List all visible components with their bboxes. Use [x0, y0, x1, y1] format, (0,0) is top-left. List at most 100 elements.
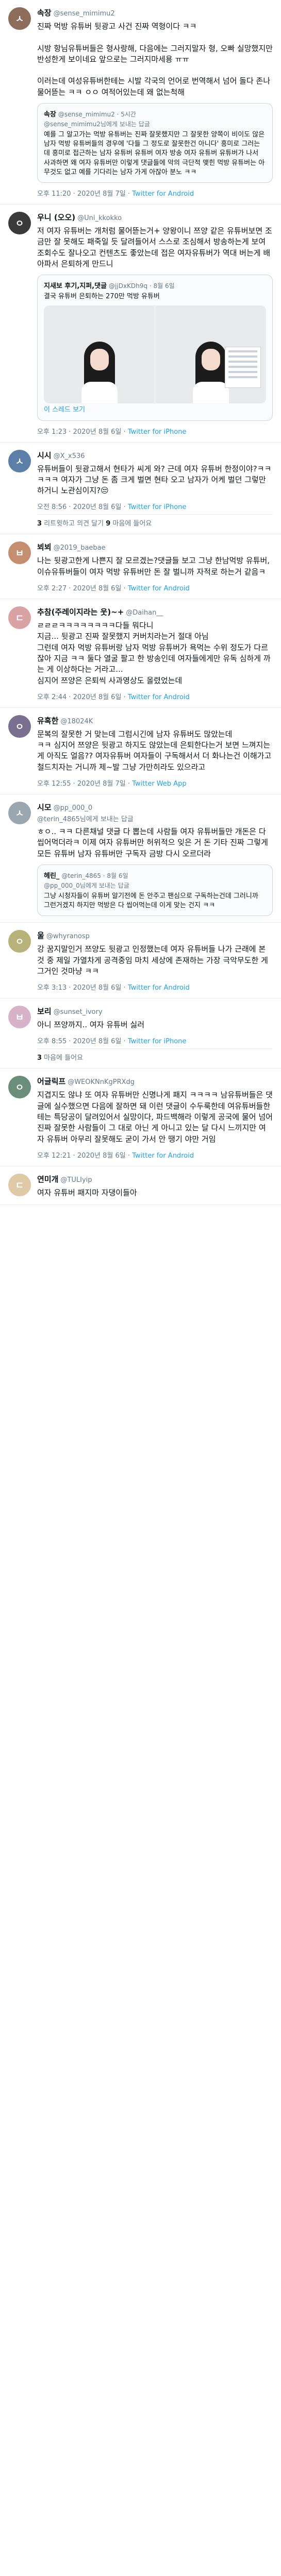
author-name[interactable]: 시시 [37, 450, 52, 461]
avatar[interactable]: ㄷ [8, 1173, 31, 1196]
author-handle[interactable]: @WEOKNnKgPRXdg [68, 1078, 135, 1086]
quoted-tweet-card[interactable]: 지새보 후기,지퍼,댓글 @jjDxKDh9q · 8월 6일 결국 유튜버 은퇴하… [37, 275, 273, 421]
timestamp-text[interactable]: 오후 1:23 · 2020년 8월 6일 · [37, 428, 128, 436]
tweet-header: 우니 (오오) @Uni_kkokko [37, 212, 273, 223]
reply-to-line: @terin_4865님에게 보내는 답글 [37, 816, 134, 824]
tweet[interactable]: ㅂ 보리 @sunset_ivory 아니 쯔양까지.. 여자 유튜버 싫러 오후 8:… [0, 998, 281, 1069]
engagement-count-number[interactable]: 3 [37, 520, 42, 528]
tweet[interactable]: ㄷ 연미개 @TULIyip 여자 유튜버 패지마 자댕이들아 [0, 1166, 281, 1206]
quoted-reply-to-line: @sense_mimimu2님에게 보내는 답글 [44, 121, 150, 128]
tweet-text-body: 강 꿈지말인거 쯔양도 뒷광고 인정했는데 여자 유튜버들 나가 근래에 본 것… [37, 944, 271, 976]
client-source-link[interactable]: Twitter for iPhone [128, 428, 187, 436]
tweet[interactable]: ㅇ 어글릭프 @WEOKNnKgPRXdg 지겹지도 않냐 또 여자 유튜버만 신명나… [0, 1069, 281, 1166]
person-image [81, 342, 118, 404]
author-name[interactable]: 울 [37, 930, 44, 941]
author-name[interactable]: 시모 [37, 802, 52, 812]
avatar[interactable]: ㅇ [8, 1076, 31, 1099]
author-handle[interactable]: @whyranosp [46, 933, 90, 940]
timestamp-text[interactable]: 오후 11:20 · 2020년 8월 7일 · [37, 190, 132, 198]
timestamp-text[interactable]: 오후 12:55 · 2020년 8월 7일 · [37, 780, 132, 788]
avatar[interactable]: ㅇ [8, 930, 31, 953]
client-source-link[interactable]: Twitter for Android [132, 1152, 194, 1160]
client-source-link[interactable]: Twitter Web App [132, 780, 187, 788]
tweet-timestamp: 오후 2:27 · 2020년 8월 6일 · Twitter for Andr… [37, 583, 273, 592]
timestamp-text[interactable]: 오후 3:13 · 2020년 8월 6일 · [37, 984, 128, 992]
client-source-link[interactable]: Twitter for Android [128, 585, 190, 592]
author-name[interactable]: 어글릭프 [37, 1076, 65, 1087]
timestamp-text[interactable]: 오전 8:56 · 2020년 8월 6일 · [37, 503, 128, 511]
client-source-link[interactable]: Twitter for Android [128, 693, 190, 701]
tweet-timestamp: 오후 12:21 · 2020년 8월 6일 · Twitter for And… [37, 1150, 273, 1160]
author-handle[interactable]: @18024K [60, 718, 93, 725]
video-frame[interactable] [155, 306, 266, 404]
tweet-text: 나는 뒷광고한게 나쁜지 잘 모르겠는?댓글들 보고 그냥 한남먹방 유튜버,이… [37, 555, 273, 578]
tweet[interactable]: ㅅ 시모 @pp_000_0 @terin_4865님에게 보내는 답글 ㅎㅇ.. ㅋㅋ… [0, 794, 281, 923]
avatar[interactable]: ㅇ [8, 715, 31, 738]
tweet[interactable]: ㅇ 유혹한 @18024K 문복의 잘못한 거 맞는데 그럼시긴에 남자 유튜버도 많… [0, 708, 281, 795]
tweet[interactable]: ㅅ 시시 @X_x536 유튜버들이 뒷광고해서 현타가 씨게 와? 근데 여자 유튜… [0, 443, 281, 535]
avatar[interactable]: ㅂ [8, 1006, 31, 1029]
tweet-text: 문복의 잘못한 거 맞는데 그럼시긴에 남자 유튜버도 많았는데 ㅋㅋ 심지어 … [37, 729, 273, 773]
tweet-header: 속장 @sense_mimimu2 [37, 7, 273, 18]
author-handle[interactable]: @pp_000_0 [54, 804, 93, 812]
engagement-counts: 3 리트윗하고 의견 달기 9 마음에 들어요 [37, 514, 273, 528]
engagement-count-number[interactable]: 9 [106, 520, 110, 528]
person-image [192, 342, 229, 404]
client-source-link[interactable]: Twitter for iPhone [128, 503, 187, 511]
author-name[interactable]: 우니 (오오) [37, 212, 75, 223]
engagement-count-label[interactable]: 마음에 들어요 [42, 1054, 83, 1062]
quoted-tweet-text: 결국 유튜버 은퇴하는 270만 먹방 유튜버 [44, 293, 160, 301]
client-source-link[interactable]: Twitter for iPhone [128, 1038, 187, 1045]
engagement-count-number[interactable]: 3 [37, 1054, 42, 1062]
tweet[interactable]: ㅇ 우니 (오오) @Uni_kkokko 저 여자 유튜버는 개처럼 물어뜯는거+ … [0, 205, 281, 443]
avatar[interactable]: ㅅ [8, 802, 31, 825]
client-source-link[interactable]: Twitter for Android [128, 984, 190, 992]
client-source-link[interactable]: Twitter for Android [132, 190, 194, 198]
timestamp-text[interactable]: 오후 12:21 · 2020년 8월 6일 · [37, 1152, 132, 1160]
author-handle[interactable]: @2019_baebae [54, 544, 106, 552]
avatar[interactable]: ㄷ [8, 606, 31, 630]
author-handle[interactable]: @X_x536 [54, 452, 85, 460]
engagement-count-label[interactable]: 마음에 들어요 [110, 520, 152, 528]
quoted-tweet-header: 헤린_ @terin_4865 · 8월 6일 [44, 870, 266, 880]
tweet-timestamp: 오후 12:55 · 2020년 8월 7일 · Twitter Web App [37, 778, 273, 788]
author-handle[interactable]: @Daihan__ [126, 609, 163, 617]
tweet-header: 연미개 @TULIyip [37, 1174, 273, 1184]
timestamp-text[interactable]: 오후 8:55 · 2020년 8월 6일 · [37, 1038, 128, 1045]
author-handle[interactable]: @Uni_kkokko [77, 214, 122, 222]
tweet[interactable]: ㅅ 속장 @sense_mimimu2 진짜 먹방 유튜버 뒷광고 사건 진짜 역형이… [0, 0, 281, 205]
author-handle[interactable]: @TULIyip [60, 1176, 92, 1184]
avatar[interactable]: ㅅ [8, 449, 31, 472]
engagement-count-label[interactable]: 리트윗하고 의견 달기 [42, 520, 106, 528]
avatar[interactable]: ㅅ [8, 7, 31, 30]
video-frame[interactable] [44, 306, 155, 404]
video-thumbnails[interactable] [44, 306, 266, 404]
author-name[interactable]: 뵈뵈 [37, 541, 52, 552]
tweet-text: ㅎㅇ.. ㅋㅋ 다른채널 댓글 다 뽑는데 사람들 여자 유튜버들만 개돈은 다… [37, 826, 273, 859]
tweet[interactable]: ㅇ 울 @whyranosp 강 꿈지말인거 쯔양도 뒷광고 인정했는데 여자 유튜버… [0, 923, 281, 999]
author-name[interactable]: 연미개 [37, 1174, 58, 1184]
author-name[interactable]: 속장 [37, 7, 52, 18]
tweet-text-body: ㄹㄹㄹㅋㅋㅋㅋㅋㅋㅋㅋ다들 뭐다니 지금... 뒷광고 진짜 잘못했지 커버치라… [37, 621, 271, 685]
tweet[interactable]: ㅂ 뵈뵈 @2019_baebae 나는 뒷광고한게 나쁜지 잘 모르겠는?댓글들 보… [0, 534, 281, 600]
author-name[interactable]: 추참(주레이지라는 웃)~+ [37, 606, 124, 617]
tweet[interactable]: ㄷ 추참(주레이지라는 웃)~+ @Daihan__ ㄹㄹㄹㅋㅋㅋㅋㅋㅋㅋㅋ다들 뭐다… [0, 599, 281, 708]
show-thread-link[interactable]: 이 스레드 보기 [44, 405, 266, 415]
tweet-text-body: 문복의 잘못한 거 맞는데 그럼시긴에 남자 유튜버도 많았는데 ㅋㅋ 심지어 … [37, 729, 272, 772]
author-name[interactable]: 보리 [37, 1006, 52, 1016]
author-handle[interactable]: @sense_mimimu2 [54, 10, 115, 18]
tweet-header: 울 @whyranosp [37, 930, 273, 941]
quoted-author-handle: @sense_mimimu2 · 5시간 [58, 111, 136, 118]
author-name[interactable]: 유혹한 [37, 715, 58, 726]
tweet-feed: ㅅ 속장 @sense_mimimu2 진짜 먹방 유튜버 뒷광고 사건 진짜 역형이… [0, 0, 281, 1206]
tweet-text-body: 여자 유튜버 패지마 자댕이들아 [37, 1188, 137, 1197]
author-handle[interactable]: @sunset_ivory [54, 1008, 103, 1016]
timestamp-text[interactable]: 오후 2:44 · 2020년 8월 6일 · [37, 693, 128, 701]
timestamp-text[interactable]: 오후 2:27 · 2020년 8월 6일 · [37, 585, 128, 592]
avatar[interactable]: ㅂ [8, 541, 31, 565]
tweet-header: 보리 @sunset_ivory [37, 1006, 273, 1016]
quoted-tweet-card[interactable]: 속장 @sense_mimimu2 · 5시간 @sense_mimimu2님에게 … [37, 103, 273, 183]
quoted-tweet-card[interactable]: 헤린_ @terin_4865 · 8월 6일 @pp_000_0님에게 보내는 답… [37, 864, 273, 917]
tweet-text: 여자 유튜버 패지마 자댕이들아 [37, 1188, 273, 1198]
avatar[interactable]: ㅇ [8, 212, 31, 235]
